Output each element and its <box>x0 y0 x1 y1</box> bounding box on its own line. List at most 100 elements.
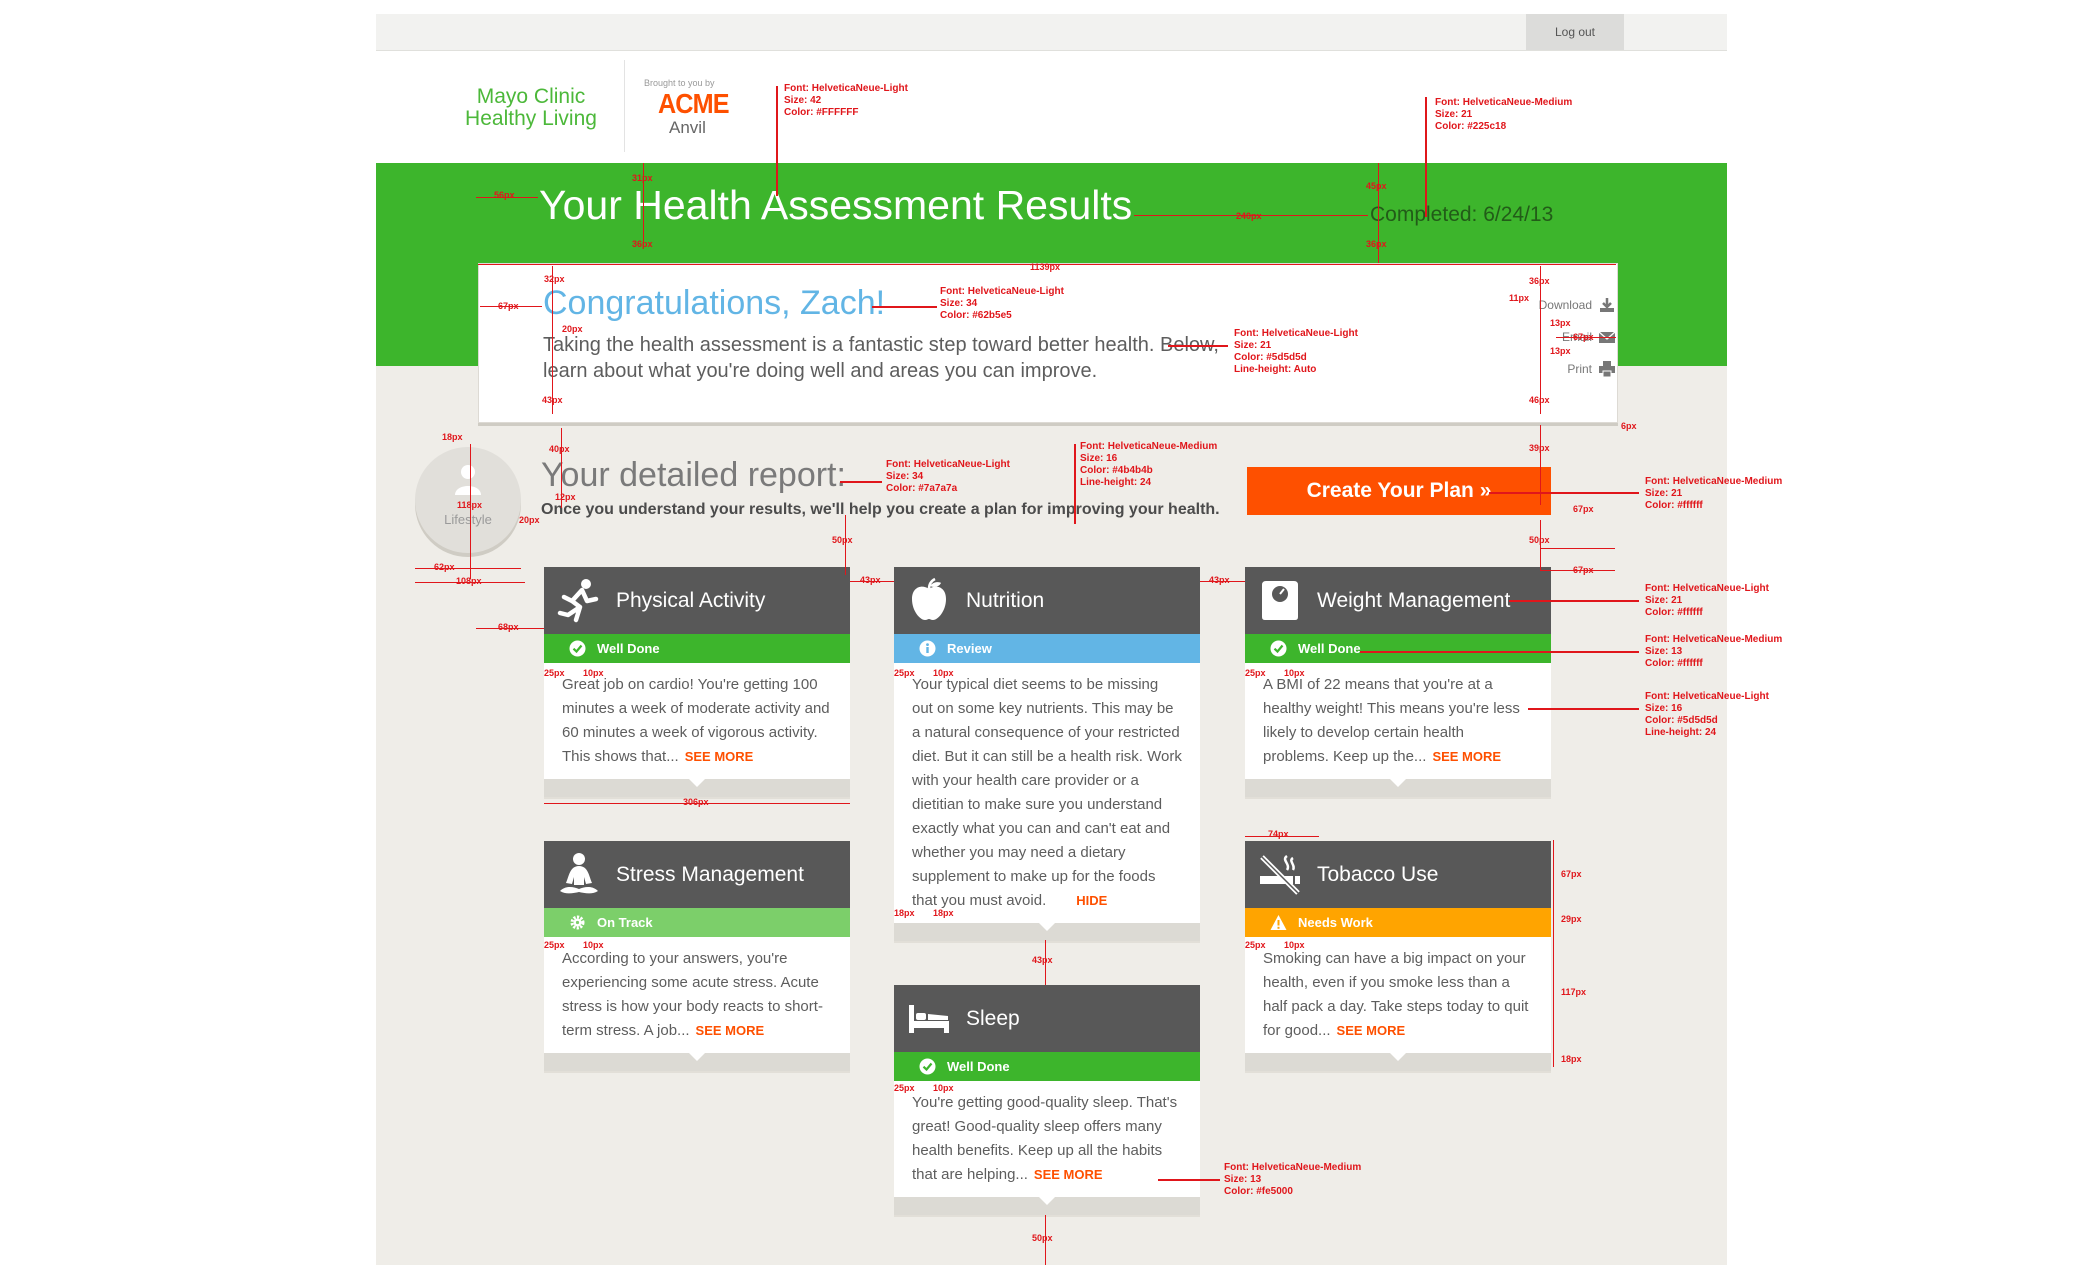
spec-note-card-body: Font: HelveticaNeue-Light Size: 16 Color: … <box>1645 691 1769 738</box>
hide-link[interactable]: HIDE <box>1076 893 1107 908</box>
dimension-label: 108px <box>456 576 482 586</box>
dimension-label: 10px <box>933 1083 954 1093</box>
spec-note-intro: Font: HelveticaNeue-Light Size: 21 Color: … <box>1234 328 1358 375</box>
dimension-label: 25px <box>1245 668 1266 678</box>
annotation-leader <box>776 86 778 196</box>
dimension-label: 13px <box>1550 318 1571 328</box>
card-header: Stress Management <box>544 841 850 908</box>
card-footer <box>894 923 1200 941</box>
status-text: On Track <box>597 915 653 930</box>
dimension-label: 31px <box>632 173 653 183</box>
card-tobacco-use[interactable]: Tobacco Use Needs Work Smoking can have … <box>1245 841 1551 1071</box>
brand-line-1: Mayo Clinic <box>476 85 586 108</box>
card-weight-management[interactable]: Weight Management Well Done A BMI of 22 … <box>1245 567 1551 797</box>
status-badge: Needs Work <box>1245 908 1551 937</box>
card-body: You're getting good-quality sleep. That'… <box>894 1081 1200 1197</box>
annotation-leader <box>872 306 937 308</box>
check-circle-icon <box>1270 640 1287 657</box>
card-physical-activity[interactable]: Physical Activity Well Done Great job on… <box>544 567 850 797</box>
dimension-label: 67px <box>1573 332 1594 342</box>
page-title: Your Health Assessment Results <box>539 182 1133 228</box>
card-header: Weight Management <box>1245 567 1551 634</box>
logout-button[interactable]: Log out <box>1526 14 1624 50</box>
dimension-label: 43px <box>860 575 881 585</box>
status-badge: Review <box>894 634 1200 663</box>
dimension-label: 18px <box>933 908 954 918</box>
annotation-leader <box>1168 345 1228 347</box>
dimension-label: 12px <box>555 492 576 502</box>
see-more-link[interactable]: SEE MORE <box>1432 749 1501 764</box>
dimension-label: 43px <box>1209 575 1230 585</box>
dimension-line <box>1553 840 1554 1067</box>
see-more-link[interactable]: SEE MORE <box>696 1023 765 1038</box>
card-header: Nutrition <box>894 567 1200 634</box>
scale-icon <box>1262 581 1298 620</box>
print-action[interactable]: Print <box>1567 360 1616 378</box>
person-icon <box>455 465 481 495</box>
card-sleep[interactable]: Sleep Well Done You're getting good-qual… <box>894 985 1200 1215</box>
dimension-line <box>1540 548 1615 549</box>
info-circle-icon <box>919 640 936 657</box>
dimension-label: 50px <box>832 535 853 545</box>
dimension-label: 43px <box>542 395 563 405</box>
card-footer <box>1245 1053 1551 1071</box>
card-header: Physical Activity <box>544 567 850 634</box>
dimension-label: 10px <box>583 668 604 678</box>
card-header: Sleep <box>894 985 1200 1052</box>
spec-note-link: Font: HelveticaNeue-Medium Size: 13 Color:… <box>1224 1162 1362 1197</box>
dimension-label: 29px <box>1561 914 1582 924</box>
card-title: Weight Management <box>1317 589 1511 612</box>
status-badge: On Track <box>544 908 850 937</box>
card-title: Sleep <box>966 1007 1020 1030</box>
card-stress-management[interactable]: Stress Management On Track According to … <box>544 841 850 1071</box>
status-text: Needs Work <box>1298 915 1373 930</box>
card-nutrition[interactable]: Nutrition Review Your typical diet seems… <box>894 567 1200 941</box>
spec-note-status: Font: HelveticaNeue-Medium Size: 13 Color:… <box>1645 634 1783 669</box>
see-more-link[interactable]: SEE MORE <box>1034 1167 1103 1182</box>
dimension-label: 50px <box>1032 1233 1053 1243</box>
check-circle-icon <box>569 640 586 657</box>
annotation-leader <box>1074 444 1076 524</box>
download-action[interactable]: Download <box>1539 296 1616 314</box>
dimension-label: 1139px <box>1030 262 1061 272</box>
status-text: Well Done <box>947 1059 1010 1074</box>
congrats-text: Taking the health assessment is a fantas… <box>543 334 1219 382</box>
see-more-link[interactable]: SEE MORE <box>685 749 754 764</box>
dimension-label: 45px <box>1366 181 1387 191</box>
apple-icon <box>912 577 946 620</box>
brand-logo[interactable]: Mayo Clinic Healthy Living <box>446 86 616 130</box>
card-title: Stress Management <box>616 863 804 886</box>
check-circle-icon <box>919 1058 936 1075</box>
dimension-label: 117px <box>1561 987 1587 997</box>
see-more-link[interactable]: SEE MORE <box>1337 1023 1406 1038</box>
dimension-label: 62px <box>434 562 455 572</box>
brand-divider <box>624 60 625 152</box>
congrats-title: Congratulations, Zach! <box>543 284 886 322</box>
dimension-label: 118px <box>457 500 483 510</box>
spec-note-report-sub: Font: HelveticaNeue-Medium Size: 16 Color:… <box>1080 441 1218 488</box>
card-title: Nutrition <box>966 589 1045 612</box>
dimension-label: 10px <box>1284 668 1305 678</box>
spec-note-completed: Font: HelveticaNeue-Medium Size: 21 Color:… <box>1435 97 1573 132</box>
dimension-label: 67px <box>498 301 519 311</box>
create-plan-button[interactable]: Create Your Plan » <box>1247 467 1551 515</box>
card-body: Your typical diet seems to be missing ou… <box>894 663 1200 923</box>
dimension-line <box>1540 266 1541 414</box>
dimension-line <box>1540 520 1541 570</box>
dimension-label: 36px <box>1366 239 1387 249</box>
annotation-leader <box>1360 651 1639 653</box>
card-body: According to your answers, you're experi… <box>544 937 850 1053</box>
annotation-leader <box>1509 600 1639 602</box>
print-label: Print <box>1567 362 1592 376</box>
dimension-label: 39px <box>1529 443 1550 453</box>
card-body: Smoking can have a big impact on your he… <box>1245 937 1551 1053</box>
download-label: Download <box>1538 298 1592 312</box>
card-body: A BMI of 22 means that you're at a healt… <box>1245 663 1551 779</box>
dimension-label: 10px <box>933 668 954 678</box>
dimension-line <box>470 444 471 579</box>
dimension-label: 40px <box>549 444 570 454</box>
annotation-leader <box>1425 97 1427 217</box>
dimension-label: 25px <box>1245 940 1266 950</box>
spec-note-title: Font: HelveticaNeue-Light Size: 42 Color: … <box>784 83 908 118</box>
dimension-label: 74px <box>1268 829 1289 839</box>
